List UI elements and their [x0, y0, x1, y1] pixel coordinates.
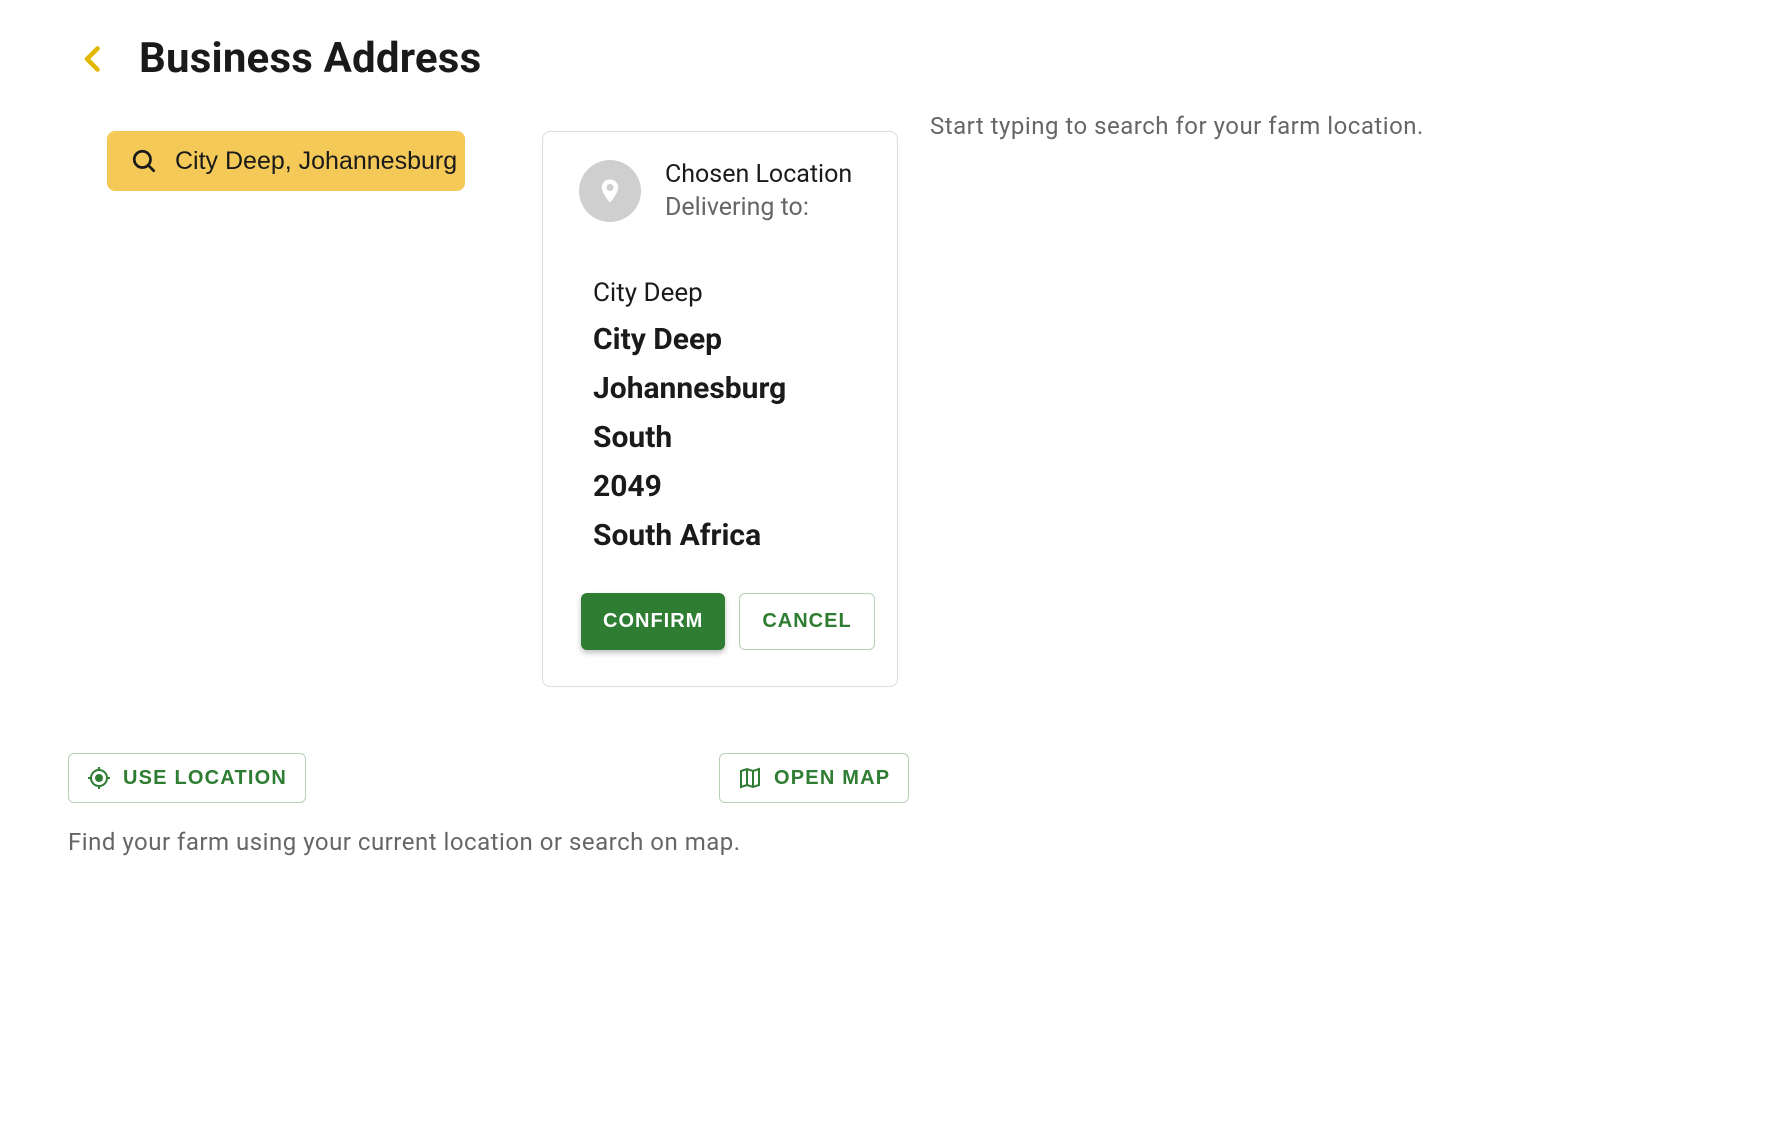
search-icon	[131, 148, 157, 174]
address-line: City Deep	[593, 322, 861, 357]
address-block: City Deep City Deep Johannesburg South 2…	[593, 278, 861, 553]
card-subheading: Delivering to:	[665, 193, 852, 222]
use-location-button[interactable]: USE LOCATION	[68, 753, 306, 803]
address-line: South	[593, 420, 861, 455]
pin-icon	[579, 160, 641, 222]
address-line: South Africa	[593, 518, 861, 553]
cancel-button[interactable]: CANCEL	[739, 593, 874, 650]
address-line: 2049	[593, 469, 861, 504]
address-line: Johannesburg	[593, 371, 861, 406]
hint-text: Start typing to search for your farm loc…	[930, 112, 1424, 140]
locate-icon	[87, 766, 111, 790]
search-input[interactable]	[175, 147, 497, 176]
use-location-label: USE LOCATION	[123, 767, 287, 790]
footer-text: Find your farm using your current locati…	[68, 828, 741, 856]
map-icon	[738, 766, 762, 790]
page-title: Business Address	[139, 34, 481, 83]
address-line: City Deep	[593, 278, 861, 308]
back-chevron-icon[interactable]	[75, 41, 111, 77]
chosen-location-card: Chosen Location Delivering to: City Deep…	[542, 131, 898, 687]
confirm-button[interactable]: CONFIRM	[581, 593, 725, 650]
card-heading: Chosen Location	[665, 160, 852, 189]
open-map-label: OPEN MAP	[774, 767, 890, 790]
search-pill[interactable]	[107, 131, 465, 191]
open-map-button[interactable]: OPEN MAP	[719, 753, 909, 803]
